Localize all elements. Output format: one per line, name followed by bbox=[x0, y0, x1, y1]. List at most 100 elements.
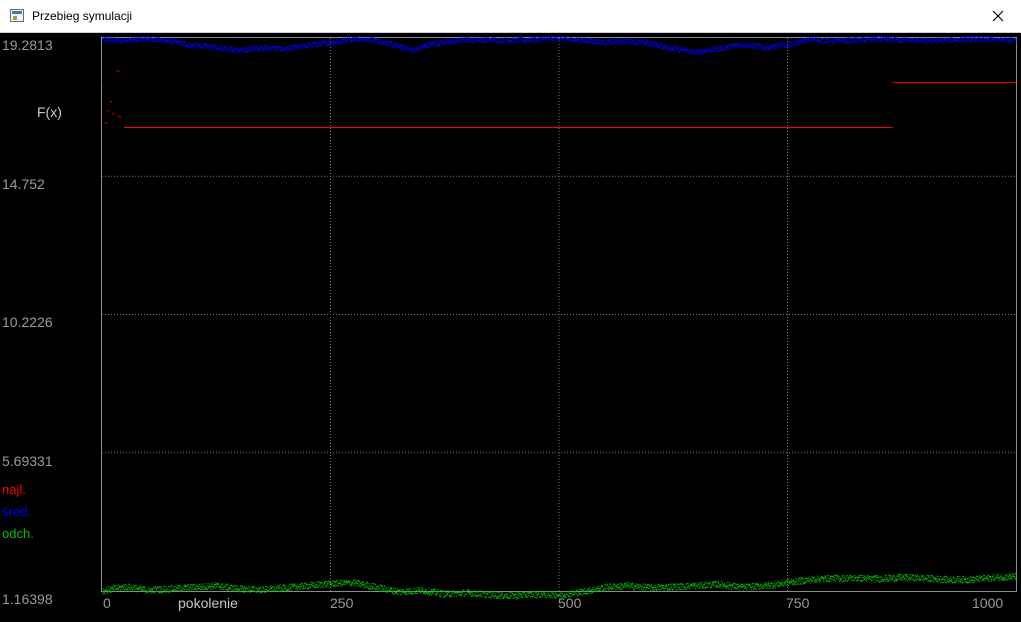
odch-point bbox=[476, 591, 478, 593]
sred-point bbox=[436, 40, 438, 42]
odch-point bbox=[613, 584, 615, 586]
odch-point bbox=[873, 581, 875, 583]
odch-point bbox=[922, 580, 924, 582]
sred-point bbox=[562, 35, 563, 37]
odch-point bbox=[288, 590, 290, 592]
sred-point bbox=[642, 43, 643, 45]
odch-point bbox=[111, 591, 112, 593]
odch-point bbox=[405, 594, 407, 596]
odch-point bbox=[920, 578, 922, 580]
sred-point bbox=[483, 39, 485, 41]
odch-point bbox=[370, 588, 372, 590]
sred-point bbox=[633, 39, 634, 41]
sred-point bbox=[484, 38, 486, 40]
sred-point bbox=[293, 46, 295, 48]
odch-point bbox=[799, 577, 801, 579]
sred-point bbox=[474, 40, 476, 42]
odch-point bbox=[605, 589, 607, 591]
sred-point bbox=[556, 36, 558, 38]
sred-point bbox=[751, 43, 753, 45]
odch-point bbox=[785, 580, 787, 582]
odch-point bbox=[288, 588, 290, 590]
sred-point bbox=[742, 44, 744, 46]
sred-point bbox=[409, 47, 411, 49]
sred-point bbox=[138, 41, 140, 43]
odch-point bbox=[717, 580, 719, 582]
sred-point bbox=[118, 39, 120, 40]
odch-point bbox=[971, 582, 973, 584]
odch-point bbox=[928, 580, 929, 582]
sred-point bbox=[384, 41, 386, 43]
odch-point bbox=[241, 588, 243, 590]
sred-point bbox=[210, 43, 212, 45]
odch-point bbox=[206, 589, 208, 591]
sred-point bbox=[295, 45, 297, 47]
odch-point bbox=[906, 580, 908, 582]
sred-point bbox=[612, 41, 614, 43]
sred-point bbox=[151, 41, 153, 43]
odch-point bbox=[666, 586, 668, 588]
odch-point bbox=[716, 584, 718, 586]
odch-point bbox=[629, 582, 631, 584]
sred-point bbox=[672, 50, 674, 52]
odch-point bbox=[383, 590, 385, 592]
odch-point bbox=[693, 583, 695, 585]
sred-point bbox=[554, 37, 556, 39]
odch-point bbox=[251, 586, 253, 588]
sred-point bbox=[235, 52, 237, 54]
sred-point bbox=[222, 46, 224, 48]
sred-point bbox=[308, 47, 310, 49]
odch-point bbox=[636, 586, 638, 587]
sred-point bbox=[656, 43, 658, 45]
sred-point bbox=[175, 43, 177, 44]
odch-point bbox=[212, 582, 213, 584]
odch-point bbox=[944, 579, 946, 580]
odch-point bbox=[666, 584, 668, 586]
odch-point bbox=[362, 585, 364, 587]
sred-point bbox=[160, 41, 162, 42]
odch-point bbox=[776, 583, 778, 585]
sred-point bbox=[591, 42, 593, 44]
odch-point bbox=[151, 590, 153, 592]
sred-point bbox=[312, 45, 314, 47]
odch-point bbox=[345, 580, 347, 581]
odch-point bbox=[906, 573, 908, 575]
odch-point bbox=[961, 582, 963, 584]
odch-point bbox=[373, 583, 375, 585]
odch-point bbox=[239, 591, 241, 593]
sred-point bbox=[477, 36, 479, 38]
sred-point bbox=[243, 48, 245, 50]
odch-point bbox=[170, 590, 172, 592]
odch-point bbox=[718, 583, 720, 585]
odch-point bbox=[1013, 574, 1015, 576]
sred-point bbox=[326, 45, 328, 47]
odch-point bbox=[757, 585, 759, 587]
odch-point bbox=[974, 579, 975, 581]
odch-point bbox=[313, 584, 315, 586]
odch-point bbox=[957, 578, 959, 580]
sred-point bbox=[503, 38, 505, 40]
odch-point bbox=[647, 587, 649, 589]
odch-point bbox=[601, 584, 602, 586]
odch-point bbox=[299, 587, 301, 589]
odch-point bbox=[114, 585, 116, 587]
sred-point bbox=[373, 41, 375, 43]
sred-point bbox=[430, 41, 432, 43]
sred-point bbox=[432, 45, 434, 47]
odch-point bbox=[653, 586, 655, 588]
odch-point bbox=[273, 590, 275, 592]
odch-point bbox=[833, 579, 835, 581]
sred-point bbox=[585, 40, 587, 42]
sred-point bbox=[176, 41, 178, 43]
sred-point bbox=[319, 45, 321, 46]
odch-point bbox=[324, 585, 326, 586]
odch-point bbox=[873, 579, 874, 581]
sred-point bbox=[768, 46, 770, 48]
odch-point bbox=[972, 579, 974, 581]
odch-point bbox=[777, 580, 779, 582]
close-button[interactable] bbox=[975, 0, 1021, 32]
odch-point bbox=[958, 581, 960, 583]
odch-point bbox=[688, 584, 690, 586]
sred-point bbox=[364, 36, 366, 38]
odch-point bbox=[702, 587, 704, 589]
